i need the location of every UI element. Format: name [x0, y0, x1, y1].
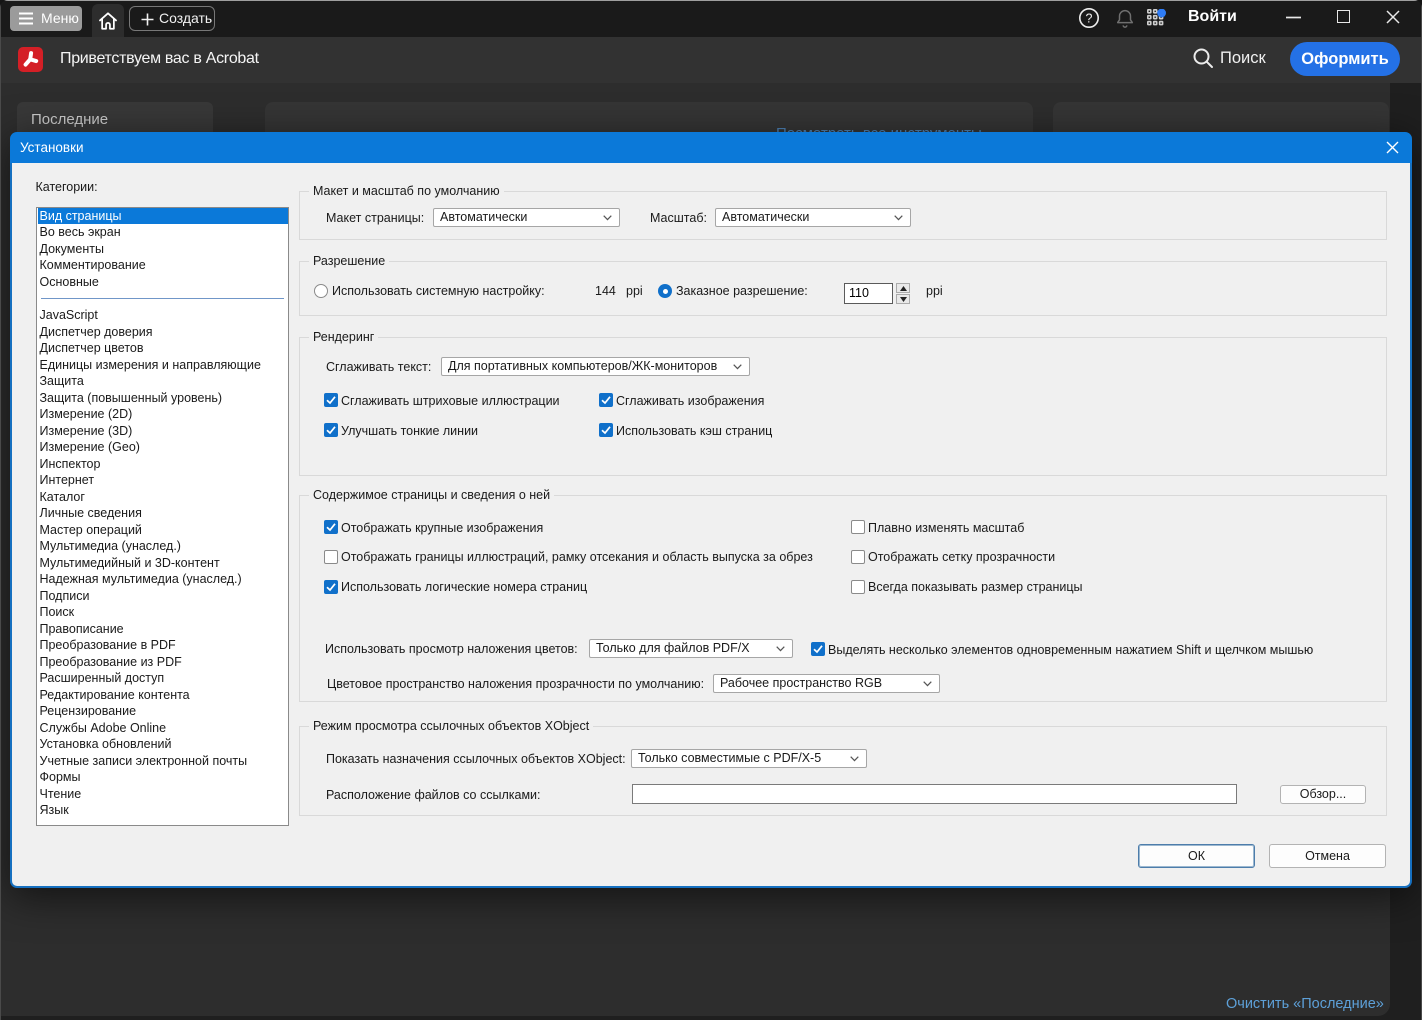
svg-text:?: ? — [1086, 12, 1093, 26]
